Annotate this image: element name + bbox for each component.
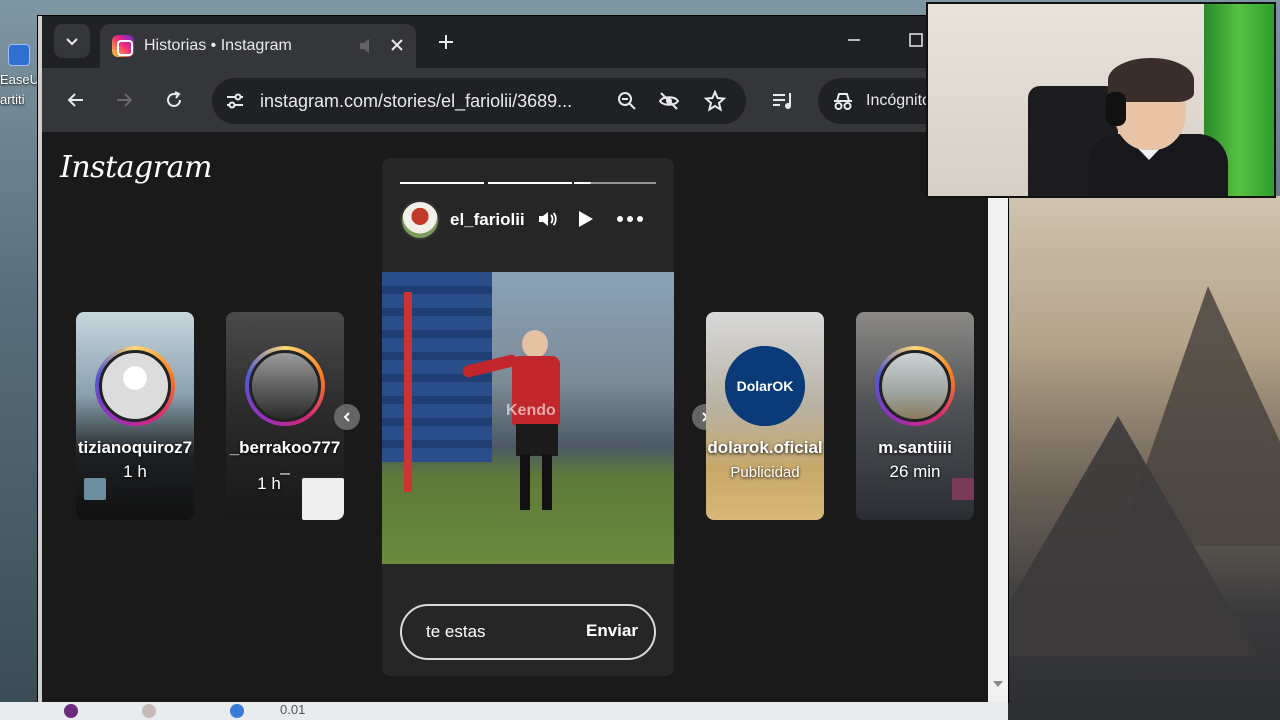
card-sponsored-label: Publicidad	[730, 464, 800, 481]
chevron-down-icon	[66, 38, 78, 46]
headset-icon	[1106, 92, 1126, 126]
goal-post	[404, 292, 412, 492]
eye-off-icon[interactable]	[658, 90, 680, 112]
instagram-logo[interactable]: Instagram	[60, 150, 212, 185]
story-progress-1	[400, 182, 484, 184]
reply-input[interactable]	[426, 622, 566, 642]
volume-icon[interactable]	[536, 208, 558, 230]
player-leg	[542, 454, 552, 510]
desktop-icons: EaseU artiti	[0, 40, 40, 120]
taskbar-app-icon[interactable]	[64, 704, 78, 718]
chevron-left-icon	[343, 412, 350, 422]
taskbar-app-icon[interactable]	[230, 704, 244, 718]
tab-bar: Historias • Instagram	[42, 16, 1008, 68]
dolarok-logo-text: DolarOK	[736, 378, 794, 394]
media-control-icon[interactable]	[770, 88, 796, 114]
site-settings-icon[interactable]	[224, 90, 246, 112]
photo-watermark: Kendo	[506, 402, 556, 419]
zoom-icon[interactable]	[616, 90, 638, 112]
player-head	[522, 330, 548, 358]
card-username: dolarok.oficial	[707, 438, 823, 457]
address-bar[interactable]: instagram.com/stories/el_fariolii/3689..…	[212, 78, 746, 124]
webcam-overlay	[926, 2, 1276, 198]
desktop-label-2: artiti	[0, 92, 25, 107]
card-username: _berrakoo777	[229, 438, 341, 457]
mountain-shape-2	[1008, 416, 1258, 656]
story-photo[interactable]: Kendo	[382, 272, 674, 564]
instagram-viewport: Instagram tizianoquiroz7 1 h _berrakoo77…	[42, 132, 988, 702]
page-scrollbar[interactable]	[988, 132, 1008, 702]
play-icon[interactable]	[574, 208, 596, 230]
minimize-button[interactable]	[842, 28, 866, 52]
taskbar-app-icon[interactable]	[142, 704, 156, 718]
avatar-photo	[249, 350, 321, 422]
story-preview-card[interactable]: _berrakoo777 _ 1 h	[226, 312, 344, 520]
avatar-photo	[879, 350, 951, 422]
tab-search-button[interactable]	[54, 24, 90, 58]
tab-title: Historias • Instagram	[144, 37, 292, 54]
reply-box: Enviar	[400, 604, 656, 660]
maximize-button[interactable]	[904, 28, 928, 52]
story-username[interactable]: el_fariolii	[450, 210, 525, 230]
story-progress-2	[488, 182, 572, 184]
browser-toolbar: instagram.com/stories/el_fariolii/3689..…	[42, 68, 1008, 132]
reload-button[interactable]	[158, 84, 190, 116]
url-text: instagram.com/stories/el_fariolii/3689..…	[260, 91, 573, 111]
arrow-left-icon	[67, 93, 83, 107]
story-progress-3	[574, 182, 656, 184]
story-avatar: DolarOK	[725, 346, 805, 426]
previous-story-button[interactable]	[334, 404, 360, 430]
story-avatar	[875, 346, 955, 426]
browser-window: Historias • Instagram instagram.com/stor…	[38, 16, 1008, 702]
desktop-app-icon[interactable]	[8, 44, 30, 66]
card-sticker	[84, 478, 106, 500]
player-leg	[520, 454, 530, 510]
story-preview-card[interactable]: tizianoquiroz7 1 h	[76, 312, 194, 520]
forward-button[interactable]	[108, 84, 140, 116]
card-sticker	[302, 478, 344, 520]
card-username: tizianoquiroz7	[77, 438, 193, 457]
dolarok-logo: DolarOK	[725, 346, 805, 426]
tab-instagram-stories[interactable]: Historias • Instagram	[100, 24, 416, 68]
story-avatar	[95, 346, 175, 426]
active-story: el_fariolii Kendo Enviar	[382, 158, 674, 676]
card-sticker	[952, 478, 974, 500]
story-user-avatar[interactable]	[400, 200, 440, 240]
story-preview-card[interactable]: DolarOK dolarok.oficial Publicidad	[706, 312, 824, 520]
more-options-icon[interactable]	[616, 208, 644, 230]
minimize-icon	[848, 39, 860, 41]
player-shorts	[516, 424, 558, 456]
maximize-icon	[909, 33, 923, 47]
tab-close-button[interactable]	[386, 34, 408, 56]
send-button[interactable]: Enviar	[586, 621, 638, 641]
incognito-label: Incógnito	[866, 92, 931, 109]
new-tab-button[interactable]	[432, 28, 460, 56]
incognito-icon	[834, 93, 852, 110]
goalkeeper-figure	[461, 330, 566, 520]
story-avatar	[245, 346, 325, 426]
card-extra: _	[280, 456, 290, 475]
reload-icon	[167, 91, 181, 107]
close-icon	[391, 39, 403, 51]
desktop-label-1: EaseU	[0, 72, 40, 87]
instagram-favicon-icon	[112, 35, 134, 57]
card-username: m.santiiii	[878, 438, 952, 457]
plus-icon	[439, 35, 453, 49]
default-avatar-icon	[99, 350, 171, 422]
desktop-wallpaper	[1008, 196, 1280, 720]
scroll-down-arrow-icon[interactable]	[992, 678, 1004, 690]
arrow-right-icon	[117, 93, 133, 107]
story-preview-card[interactable]: m.santiiii 26 min	[856, 312, 974, 520]
speaker-icon	[360, 39, 369, 53]
back-button[interactable]	[60, 84, 92, 116]
bookmark-star-icon[interactable]	[704, 90, 726, 112]
taskbar-text: 0.01	[280, 702, 306, 717]
